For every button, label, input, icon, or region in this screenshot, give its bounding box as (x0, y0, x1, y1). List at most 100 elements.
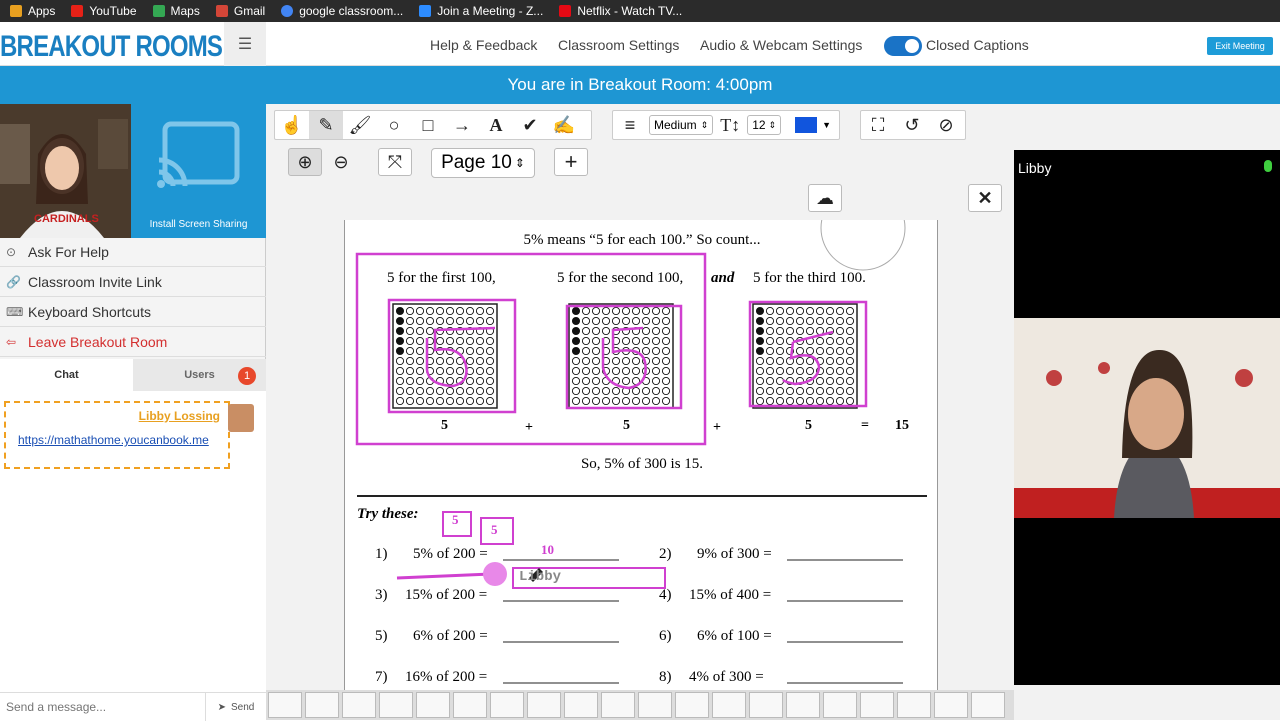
bookmark-gmail[interactable]: Gmail (215, 4, 265, 18)
page-thumbnail[interactable] (416, 692, 450, 718)
pointer-hand-icon[interactable]: ☝ (275, 111, 309, 139)
text-icon[interactable]: A (479, 111, 513, 139)
plus-2: + (713, 420, 721, 435)
stroke-size-select[interactable]: Medium ⇕ (649, 115, 714, 135)
problem-1: 5% of 200 = (413, 546, 488, 562)
problem-4: 15% of 400 = (689, 587, 772, 603)
page-thumbnail[interactable] (564, 692, 598, 718)
menu-keyboard-shortcuts[interactable]: ⌨ Keyboard Shortcuts (0, 298, 266, 327)
fullscreen-icon[interactable]: ⤧ (378, 148, 412, 176)
page-thumbnail[interactable] (786, 692, 820, 718)
menu-toggle-button[interactable]: ☰ (224, 22, 266, 66)
cloud-upload-icon[interactable]: ☁ (808, 184, 842, 212)
send-icon: ➤ (217, 701, 227, 713)
install-screen-sharing-button[interactable]: Install Screen Sharing (131, 104, 266, 238)
breakout-room-banner: You are in Breakout Room: 4:00pm (0, 66, 1280, 104)
plus-1: + (525, 420, 533, 435)
page-thumbnail[interactable] (712, 692, 746, 718)
page-thumbnail[interactable] (268, 692, 302, 718)
tab-chat[interactable]: Chat (0, 359, 133, 391)
zoom-icon (419, 5, 432, 17)
annotation-ten: 10 (541, 542, 554, 557)
problem-6-number: 6) (659, 628, 672, 644)
help-icon: ⊙ (6, 245, 17, 259)
bookmark-google-classroom[interactable]: google classroom... (281, 4, 403, 18)
color-swatch (795, 117, 818, 133)
message-author[interactable]: Libby Lossing (139, 409, 220, 423)
bookmark-maps[interactable]: Maps (152, 4, 200, 18)
page-select[interactable]: Page 10 ⇕ (431, 148, 535, 178)
problem-5-number: 5) (375, 628, 388, 644)
page-thumbnail[interactable] (453, 692, 487, 718)
pencil-icon[interactable]: ✎ (309, 111, 343, 139)
select-arrows-icon: ⇕ (514, 156, 525, 170)
label-third: 5 for the third 100. (753, 270, 866, 286)
page-thumbnail[interactable] (897, 692, 931, 718)
edit-note-icon[interactable]: ✍ (547, 111, 581, 139)
problem-5: 6% of 200 = (413, 628, 488, 644)
page-thumbnail[interactable] (823, 692, 857, 718)
zoom-in-icon[interactable]: ⊕ (288, 148, 322, 176)
zoom-out-icon[interactable]: ⊖ (324, 148, 358, 176)
nav-classroom-settings[interactable]: Classroom Settings (558, 37, 679, 53)
page-thumbnail[interactable] (379, 692, 413, 718)
page-thumbnail[interactable] (490, 692, 524, 718)
page-thumbnail[interactable] (860, 692, 894, 718)
style-tools: ≡ Medium ⇕ T↕ 12 ⇕ ▼ (612, 110, 840, 140)
page-thumbnail[interactable] (305, 692, 339, 718)
bookmark-netflix[interactable]: Netflix - Watch TV... (559, 4, 682, 18)
problem-6: 6% of 100 = (697, 628, 772, 644)
close-icon[interactable]: ✕ (968, 184, 1002, 212)
font-size-select[interactable]: 12 ⇕ (747, 115, 782, 135)
message-input[interactable] (0, 693, 205, 721)
menu-ask-for-help[interactable]: ⊙ Ask For Help (0, 238, 266, 267)
arrow-icon[interactable]: → (445, 111, 479, 139)
page-thumbnail[interactable] (638, 692, 672, 718)
worksheet-heading: 5% means “5 for each 100.” So count... (523, 232, 761, 248)
problem-7-number: 7) (375, 669, 388, 685)
nav-help-feedback[interactable]: Help & Feedback (430, 37, 537, 53)
participant-name: Libby (1018, 160, 1052, 176)
cast-icon (157, 121, 240, 188)
circle-icon[interactable]: ○ (377, 111, 411, 139)
bookmark-apps[interactable]: Apps (10, 4, 55, 18)
closed-captions-toggle[interactable] (884, 36, 922, 56)
message-link[interactable]: https://mathathome.youcanbook.me (18, 433, 218, 448)
add-page-icon[interactable]: + (554, 148, 588, 176)
exit-meeting-button[interactable]: Exit Meeting (1207, 37, 1273, 55)
page-thumbnails (266, 690, 1014, 720)
clear-icon[interactable]: ⊘ (929, 111, 963, 139)
try-these-heading: Try these: (357, 506, 419, 522)
page-thumbnail[interactable] (749, 692, 783, 718)
page-thumbnail[interactable] (971, 692, 1005, 718)
install-screen-sharing-label: Install Screen Sharing (149, 219, 248, 230)
bookmark-zoom[interactable]: Join a Meeting - Z... (419, 4, 543, 18)
answer-blanks (503, 559, 903, 684)
checkmark-icon[interactable]: ✔ (513, 111, 547, 139)
menu-leave-breakout-room[interactable]: ⇦ Leave Breakout Room (0, 328, 266, 357)
page-thumbnail[interactable] (342, 692, 376, 718)
send-button[interactable]: ➤ Send (205, 693, 266, 721)
whiteboard-area: ☝ ✎ 🖌 ○ □ → A ✔ ✍ ≡ Medium ⇕ T↕ 12 ⇕ ▼ ⛶ ↺… (266, 104, 1014, 720)
page-thumbnail[interactable] (527, 692, 561, 718)
total: 15 (895, 418, 909, 433)
select-arrows-icon: ⇕ (768, 119, 777, 130)
brush-icon[interactable]: 🖌 (343, 111, 377, 139)
worksheet-drawing (355, 220, 927, 684)
problem-8: 4% of 300 = (689, 669, 764, 685)
menu-classroom-invite-link[interactable]: 🔗 Classroom Invite Link (0, 268, 266, 297)
color-picker[interactable]: ▼ (795, 117, 831, 133)
fit-screen-icon[interactable]: ⛶ (861, 111, 895, 139)
annotation-box-b-text: 5 (491, 522, 498, 537)
page-thumbnail[interactable] (934, 692, 968, 718)
teacher-video-feed (1014, 318, 1280, 518)
problem-2-number: 2) (659, 546, 672, 562)
nav-audio-webcam-settings[interactable]: Audio & Webcam Settings (700, 37, 862, 53)
undo-icon[interactable]: ↺ (895, 111, 929, 139)
square-icon[interactable]: □ (411, 111, 445, 139)
page-thumbnail[interactable] (675, 692, 709, 718)
page-thumbnail[interactable] (601, 692, 635, 718)
bookmark-youtube[interactable]: YouTube (71, 4, 137, 18)
worksheet-page[interactable]: 5% means “5 for each 100.” So count... 5… (344, 220, 938, 690)
problem-2: 9% of 300 = (697, 546, 772, 562)
